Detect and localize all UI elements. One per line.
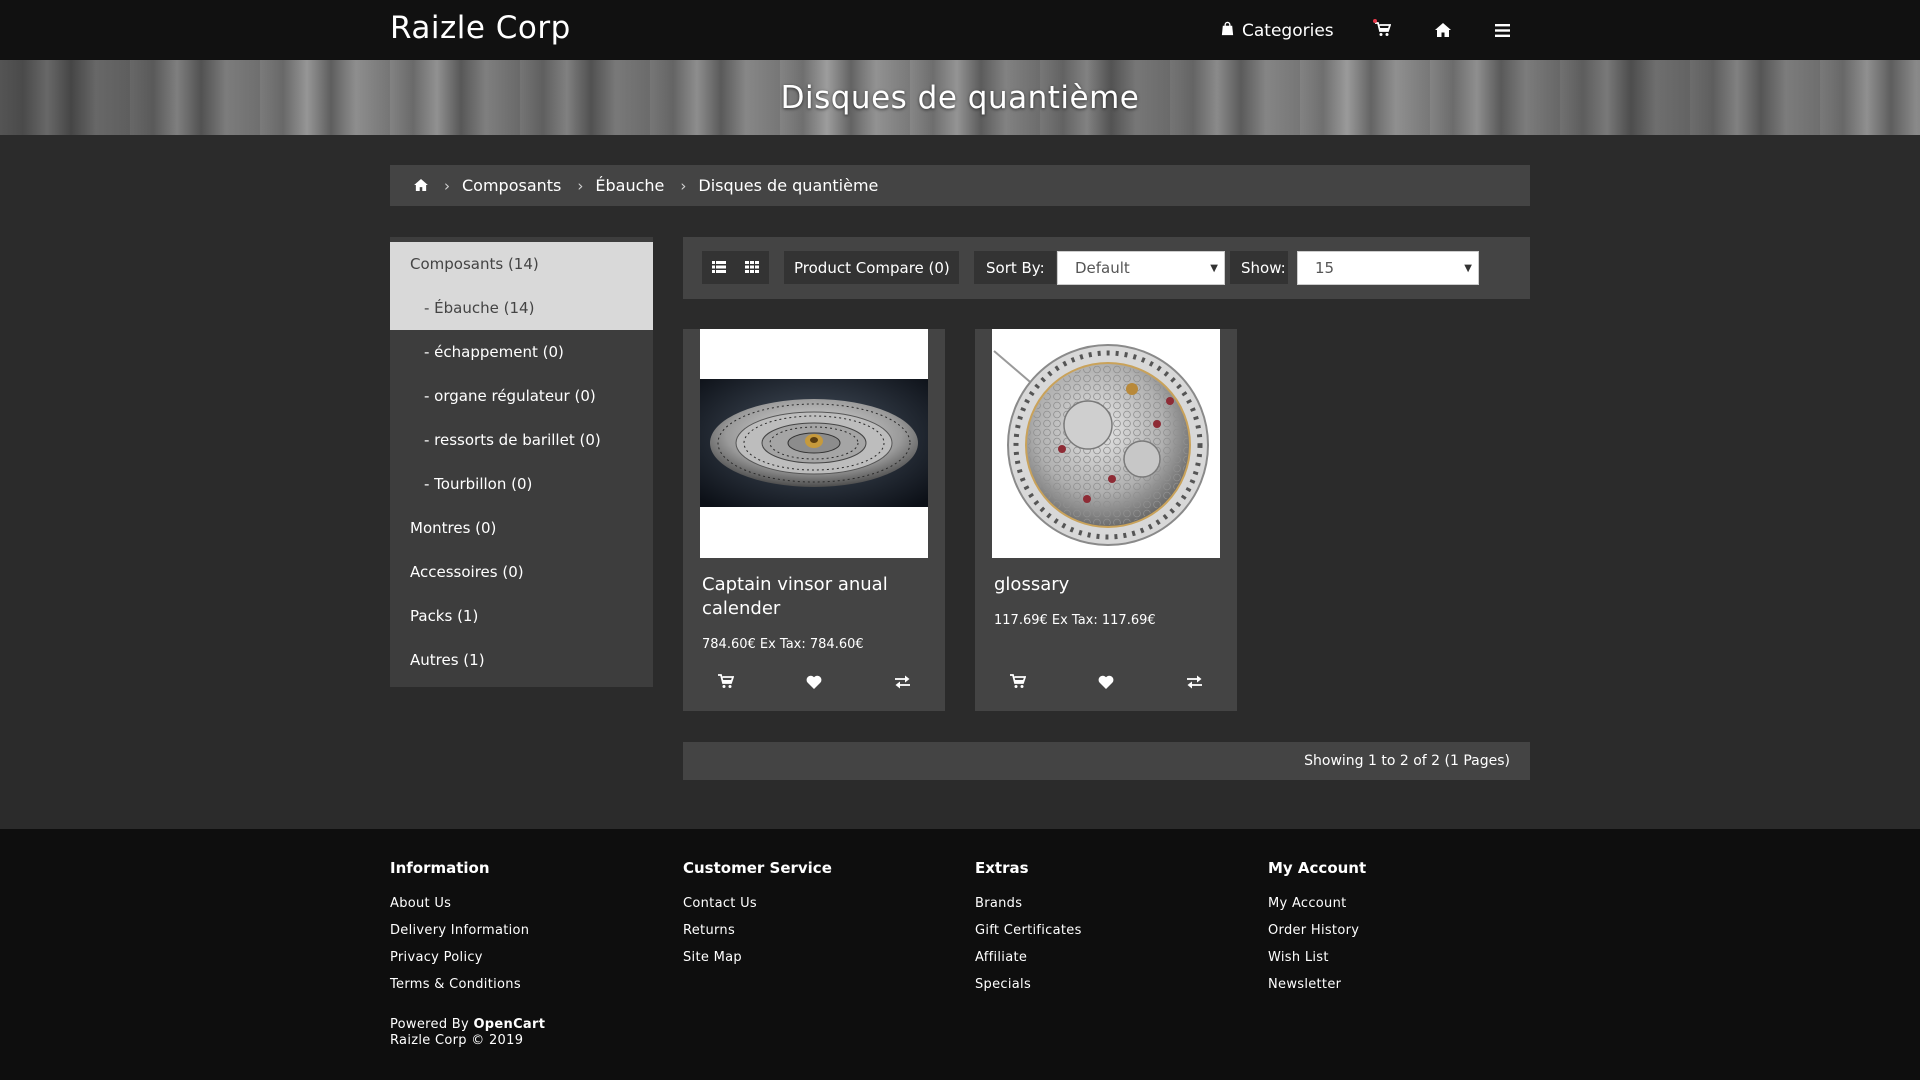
- breadcrumb-link-ebauche[interactable]: Ébauche: [595, 176, 664, 195]
- footer-column-customer-service: Customer Service Contact Us Returns Site…: [683, 859, 832, 971]
- add-to-cart-button[interactable]: [712, 671, 740, 695]
- heart-icon: [806, 674, 822, 693]
- dropdown-caret-icon: ▼: [1210, 263, 1218, 274]
- brand-logo[interactable]: Raizle Corp: [390, 10, 571, 46]
- shopping-bag-icon: [1220, 21, 1235, 41]
- footer-link-site-map[interactable]: Site Map: [683, 944, 832, 971]
- powered-by: Powered By OpenCart Raizle Corp © 2019: [390, 1017, 545, 1049]
- copyright-text: Raizle Corp © 2019: [390, 1033, 524, 1048]
- product-image[interactable]: [992, 329, 1220, 558]
- footer-column-my-account: My Account My Account Order History Wish…: [1268, 859, 1366, 998]
- product-price: 784.60€ Ex Tax: 784.60€: [702, 637, 864, 652]
- view-toggle-group: [702, 251, 769, 284]
- sidebar-item-accessoires[interactable]: Accessoires (0): [390, 550, 653, 594]
- footer-link-about-us[interactable]: About Us: [390, 890, 529, 917]
- footer-link-wish-list[interactable]: Wish List: [1268, 944, 1366, 971]
- sidebar-item-packs[interactable]: Packs (1): [390, 594, 653, 638]
- home-icon: [1435, 22, 1451, 41]
- pagination-results: Showing 1 to 2 of 2 (1 Pages): [683, 742, 1530, 780]
- categories-menu-button[interactable]: Categories: [1220, 18, 1334, 44]
- product-compare-button[interactable]: Product Compare (0): [784, 251, 959, 284]
- footer-link-gift-certificates[interactable]: Gift Certificates: [975, 917, 1082, 944]
- home-icon: [414, 176, 428, 195]
- footer-link-order-history[interactable]: Order History: [1268, 917, 1366, 944]
- top-navbar: Raizle Corp Categories: [0, 0, 1920, 60]
- product-card: Captain vinsor anual calender 784.60€ Ex…: [683, 329, 945, 711]
- list-view-icon: [711, 259, 726, 277]
- exchange-icon: [894, 674, 911, 693]
- footer-heading: Extras: [975, 859, 1029, 877]
- footer-link-privacy-policy[interactable]: Privacy Policy: [390, 944, 529, 971]
- sidebar-item-autres[interactable]: Autres (1): [390, 638, 653, 682]
- product-price: 117.69€ Ex Tax: 117.69€: [994, 613, 1156, 628]
- footer-column-extras: Extras Brands Gift Certificates Affiliat…: [975, 859, 1082, 998]
- heart-icon: [1098, 674, 1114, 693]
- footer-link-affiliate[interactable]: Affiliate: [975, 944, 1082, 971]
- breadcrumb-link-current[interactable]: Disques de quantième: [698, 176, 878, 195]
- footer-heading: Customer Service: [683, 859, 832, 877]
- sidebar-item-tourbillon[interactable]: - Tourbillon (0): [390, 462, 653, 506]
- sidebar-item-ebauche[interactable]: - Ébauche (14): [390, 286, 653, 330]
- sidebar-item-organe-regulateur[interactable]: - organe régulateur (0): [390, 374, 653, 418]
- sort-by-label: Sort By:: [974, 251, 1056, 284]
- add-to-wishlist-button[interactable]: [800, 671, 828, 695]
- powered-by-label: Powered By: [390, 1017, 470, 1032]
- breadcrumb-link-composants[interactable]: Composants: [462, 176, 561, 195]
- cart-icon: [718, 673, 735, 693]
- show-limit-value: 15: [1315, 259, 1335, 277]
- sort-by-value: Default: [1075, 259, 1130, 277]
- home-button[interactable]: [1430, 18, 1456, 44]
- footer-heading: My Account: [1268, 859, 1367, 877]
- compare-product-button[interactable]: [1180, 671, 1208, 695]
- cart-notification-dot: [1373, 19, 1377, 23]
- dropdown-caret-icon: ▼: [1464, 263, 1472, 274]
- footer-link-newsletter[interactable]: Newsletter: [1268, 971, 1366, 998]
- footer-link-terms-conditions[interactable]: Terms & Conditions: [390, 971, 529, 998]
- breadcrumb: › Composants › Ébauche › Disques de quan…: [390, 165, 1530, 206]
- product-toolbar: Product Compare (0) Sort By: Default ▼ S…: [683, 237, 1530, 299]
- add-to-cart-button[interactable]: [1004, 671, 1032, 695]
- menu-icon: [1494, 22, 1510, 41]
- opencart-link[interactable]: OpenCart: [473, 1017, 545, 1032]
- site-footer: Information About Us Delivery Informatio…: [0, 829, 1920, 1080]
- list-view-button[interactable]: [702, 251, 735, 284]
- exchange-icon: [1186, 674, 1203, 693]
- results-count-text: Showing 1 to 2 of 2 (1 Pages): [1304, 753, 1510, 769]
- footer-link-my-account[interactable]: My Account: [1268, 890, 1366, 917]
- cart-icon: [1375, 21, 1392, 41]
- category-banner: Disques de quantième: [0, 60, 1920, 135]
- breadcrumb-home-link[interactable]: [414, 176, 428, 195]
- sidebar-item-echappement[interactable]: - échappement (0): [390, 330, 653, 374]
- show-limit-select[interactable]: 15 ▼: [1297, 251, 1479, 285]
- sidebar-item-montres[interactable]: Montres (0): [390, 506, 653, 550]
- product-card: glossary 117.69€ Ex Tax: 117.69€: [975, 329, 1237, 711]
- breadcrumb-separator: ›: [577, 176, 584, 195]
- grid-view-icon: [744, 259, 759, 277]
- sort-by-select[interactable]: Default ▼: [1057, 251, 1225, 285]
- footer-link-contact-us[interactable]: Contact Us: [683, 890, 832, 917]
- product-name-link[interactable]: Captain vinsor anual calender: [702, 573, 932, 621]
- add-to-wishlist-button[interactable]: [1092, 671, 1120, 695]
- breadcrumb-separator: ›: [444, 176, 450, 195]
- show-label: Show:: [1230, 251, 1288, 284]
- footer-link-specials[interactable]: Specials: [975, 971, 1082, 998]
- sidebar-item-ressorts-de-barillet[interactable]: - ressorts de barillet (0): [390, 418, 653, 462]
- product-image[interactable]: [700, 329, 928, 558]
- sidebar-item-composants[interactable]: Composants (14): [390, 242, 653, 286]
- categories-label: Categories: [1242, 21, 1334, 41]
- breadcrumb-separator: ›: [680, 176, 687, 195]
- category-sidebar: Composants (14) - Ébauche (14) - échappe…: [390, 237, 653, 687]
- compare-product-button[interactable]: [888, 671, 916, 695]
- product-name-link[interactable]: glossary: [994, 573, 1224, 597]
- cart-icon: [1010, 673, 1027, 693]
- menu-button[interactable]: [1489, 18, 1515, 44]
- footer-link-returns[interactable]: Returns: [683, 917, 832, 944]
- footer-link-brands[interactable]: Brands: [975, 890, 1082, 917]
- page-title: Disques de quantième: [780, 80, 1140, 116]
- grid-view-button[interactable]: [735, 251, 768, 284]
- footer-heading: Information: [390, 859, 490, 877]
- footer-column-information: Information About Us Delivery Informatio…: [390, 859, 529, 998]
- footer-link-delivery-information[interactable]: Delivery Information: [390, 917, 529, 944]
